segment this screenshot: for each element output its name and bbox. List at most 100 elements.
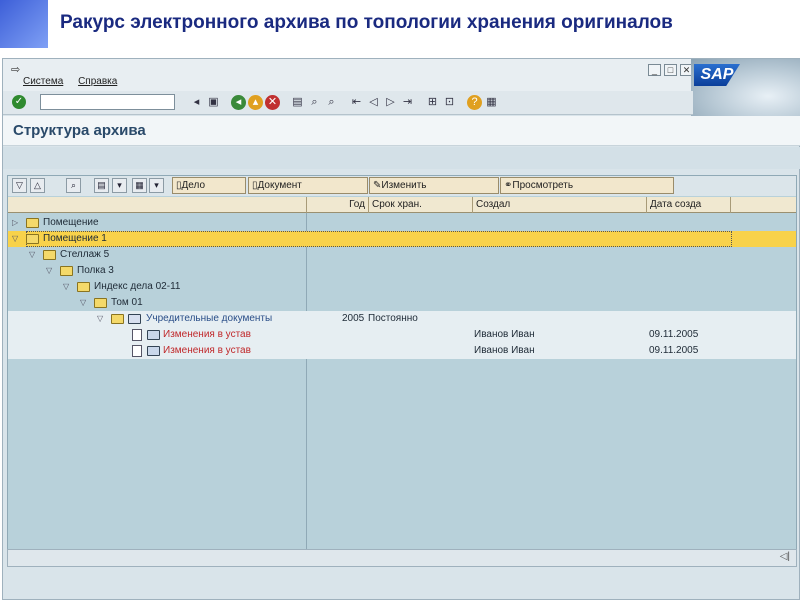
menu-bar: ⇨ Система Справка _ □ ✕: [3, 59, 693, 91]
folder-icon: [94, 298, 107, 308]
save-icon[interactable]: ▣: [206, 95, 221, 110]
new-session-icon[interactable]: ⊞: [425, 95, 440, 110]
archive-tree: ▽ △ ⌕ ▤ ▾ ▦ ▾ ▯Дело ▯Документ ✎Изменить …: [7, 175, 797, 551]
tree-row-izmeneniya-1[interactable]: Изменения в устав Иванов Иван 09.11.2005: [8, 327, 796, 343]
slide-accent-square: [0, 0, 48, 48]
column-header: Год Срок хран. Создал Дата созда: [8, 197, 796, 213]
col-srok[interactable]: Срок хран.: [368, 197, 472, 213]
attachment-icon: [147, 346, 160, 356]
collapse-icon[interactable]: ▽: [80, 295, 86, 311]
collapse-icon[interactable]: ▽: [29, 247, 35, 263]
document-icon: [132, 329, 142, 341]
tree-toolbar: ▽ △ ⌕ ▤ ▾ ▦ ▾ ▯Дело ▯Документ ✎Изменить …: [8, 176, 796, 196]
row-label: Помещение 1: [43, 233, 107, 244]
folder-icon: [26, 218, 39, 228]
selection-frame: [26, 231, 732, 247]
back-icon[interactable]: ◂: [231, 95, 246, 110]
col-hierarchy[interactable]: [8, 197, 306, 213]
row-label[interactable]: Изменения в устав: [163, 327, 251, 343]
row-term: Постоянно: [368, 313, 418, 324]
command-field[interactable]: [40, 94, 175, 110]
print-dropdown-icon[interactable]: ▾: [112, 178, 127, 193]
row-label: Полка 3: [77, 265, 114, 276]
row-label: Том 01: [111, 297, 143, 308]
sap-logo-area: SAP: [691, 59, 800, 121]
standard-toolbar: ✓ ◂ ▣ ◂ ▴ ✕ ▤ ⌕ ⌕ ⇤ ◁ ▷ ⇥ ⊞ ⊡ ? ▦: [3, 91, 693, 115]
back-arrow-icon[interactable]: ◂: [189, 95, 204, 110]
menu-spravka[interactable]: Справка: [78, 76, 117, 87]
maximize-icon[interactable]: □: [664, 64, 677, 76]
tree-row-tom[interactable]: ▽ Том 01: [8, 295, 796, 311]
row-date: 09.11.2005: [649, 345, 699, 356]
attachment-icon: [147, 330, 160, 340]
row-creator: Иванов Иван: [474, 329, 535, 340]
last-page-icon[interactable]: ⇥: [400, 95, 415, 110]
next-page-icon[interactable]: ▷: [383, 95, 398, 110]
row-label: Индекс дела 02-11: [94, 281, 181, 292]
minimize-icon[interactable]: _: [648, 64, 661, 76]
first-page-icon[interactable]: ⇤: [349, 95, 364, 110]
search-icon[interactable]: ⌕: [66, 178, 81, 193]
row-label: Помещение: [43, 217, 99, 228]
col-sozdal[interactable]: Создал: [472, 197, 646, 213]
tree-rows: ▷ Помещение ▽ Помещение 1 ▽ Стеллаж 5 ▽ …: [8, 215, 796, 359]
slide-title: Ракурс электронного архива по топологии …: [60, 12, 673, 33]
tree-row-indeks[interactable]: ▽ Индекс дела 02-11: [8, 279, 796, 295]
enter-icon[interactable]: ✓: [12, 95, 26, 109]
slide-header: Ракурс электронного архива по топологии …: [0, 0, 800, 48]
tree-row-pomeshchenie[interactable]: ▷ Помещение: [8, 215, 796, 231]
expand-all-icon[interactable]: ▽: [12, 178, 27, 193]
cancel-icon[interactable]: ✕: [265, 95, 280, 110]
col-data[interactable]: Дата созда: [646, 197, 730, 213]
exit-icon[interactable]: ▴: [248, 95, 263, 110]
tree-row-izmeneniya-2[interactable]: Изменения в устав Иванов Иван 09.11.2005: [8, 343, 796, 359]
collapse-icon[interactable]: ▽: [63, 279, 69, 295]
folder-icon: [77, 282, 90, 292]
shortcut-icon[interactable]: ⊡: [442, 95, 457, 110]
sap-window: ⇨ Система Справка _ □ ✕ SAP ✓ ◂ ▣ ◂ ▴ ✕ …: [2, 58, 800, 600]
folder-open-icon: [111, 314, 124, 324]
row-creator: Иванов Иван: [474, 345, 535, 356]
find-next-icon[interactable]: ⌕: [324, 95, 339, 110]
layout-dropdown-icon[interactable]: ▾: [149, 178, 164, 193]
tree-row-pomeshchenie-1[interactable]: ▽ Помещение 1: [8, 231, 796, 247]
prev-page-icon[interactable]: ◁: [366, 95, 381, 110]
delo-button[interactable]: ▯Дело: [172, 177, 246, 194]
folder-icon: [43, 250, 56, 260]
dossier-icon: [128, 314, 141, 324]
print-icon[interactable]: ▤: [290, 95, 305, 110]
col-extra: [730, 197, 796, 213]
row-year: 2005: [342, 313, 365, 324]
layout-icon[interactable]: ▦: [484, 95, 499, 110]
row-date: 09.11.2005: [649, 329, 699, 340]
tree-row-uchreditelnye[interactable]: ▽ Учредительные документы 2005 Постоянно: [8, 311, 796, 327]
collapse-all-icon[interactable]: △: [30, 178, 45, 193]
folder-icon: [60, 266, 73, 276]
document-icon: [132, 345, 142, 357]
tree-row-polka[interactable]: ▽ Полка 3: [8, 263, 796, 279]
status-toggle-icon[interactable]: ◁|: [780, 551, 790, 562]
print-tree-icon[interactable]: ▤: [94, 178, 109, 193]
layout-tree-icon[interactable]: ▦: [132, 178, 147, 193]
collapse-icon[interactable]: ▽: [46, 263, 52, 279]
collapse-icon[interactable]: ▽: [12, 231, 18, 247]
row-label[interactable]: Изменения в устав: [163, 343, 251, 359]
tree-row-stellazh[interactable]: ▽ Стеллаж 5: [8, 247, 796, 263]
find-icon[interactable]: ⌕: [307, 95, 322, 110]
row-label: Стеллаж 5: [60, 249, 110, 260]
help-icon[interactable]: ?: [467, 95, 482, 110]
application-toolbar: [3, 147, 800, 169]
menu-icon[interactable]: ⇨: [11, 63, 20, 76]
collapse-icon[interactable]: ▽: [97, 311, 103, 327]
dokument-button[interactable]: ▯Документ: [248, 177, 368, 194]
folder-icon: [26, 234, 39, 244]
col-god[interactable]: Год: [306, 197, 368, 213]
prosmotret-button[interactable]: ⚭Просмотреть: [500, 177, 674, 194]
menu-sistema[interactable]: Система: [23, 76, 63, 87]
screen-title-area: Структура архива: [3, 116, 800, 146]
izmenit-button[interactable]: ✎Изменить: [369, 177, 499, 194]
screen-title: Структура архива: [13, 122, 146, 139]
sap-logo: SAP: [694, 64, 740, 86]
expand-icon[interactable]: ▷: [12, 215, 18, 231]
row-label: Учредительные документы: [146, 313, 273, 324]
